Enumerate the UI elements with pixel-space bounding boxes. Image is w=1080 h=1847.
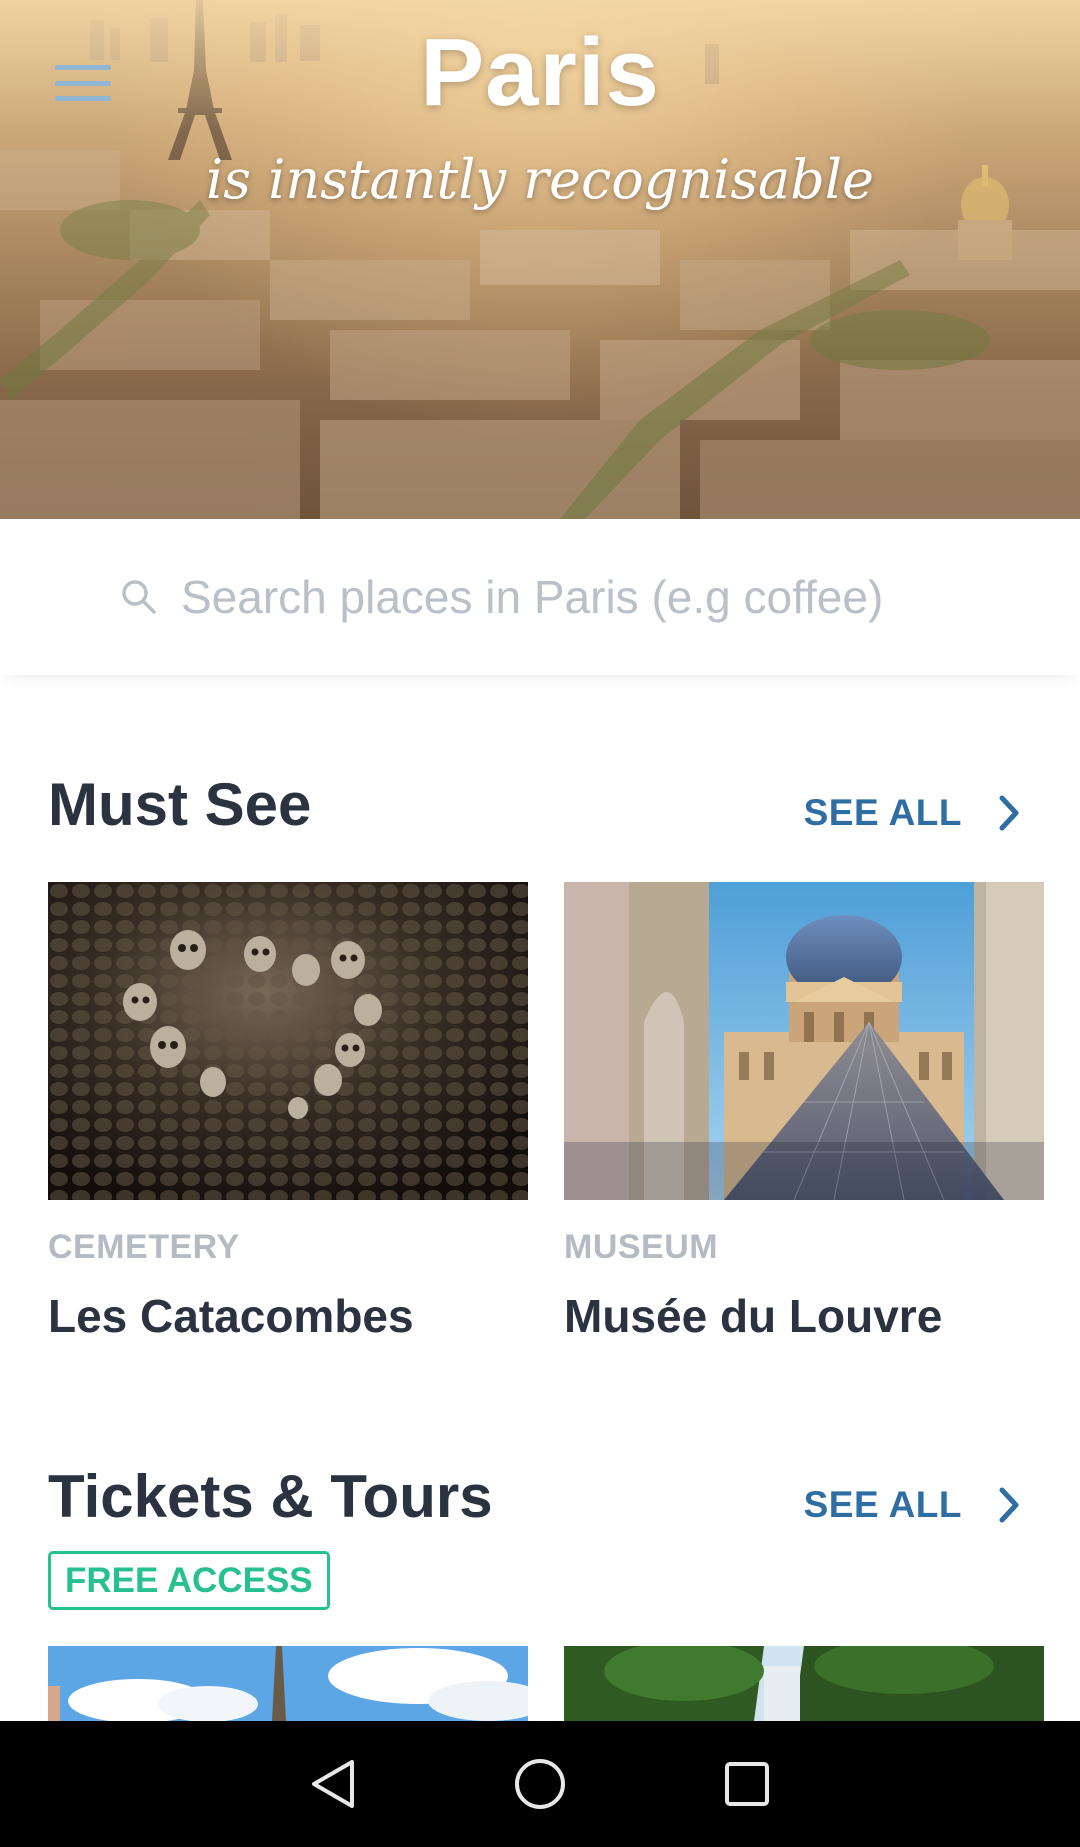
tickets-tours-heading: Tickets & Tours: [48, 1463, 493, 1530]
tickets-see-all-button[interactable]: SEE ALL: [804, 1484, 1020, 1526]
catacombes-image: [48, 882, 528, 1200]
card-title: Musée du Louvre: [564, 1290, 943, 1342]
city-tagline: is instantly recognisable: [205, 148, 875, 211]
search-bar[interactable]: [0, 519, 1080, 675]
back-triangle-icon: [312, 1760, 355, 1808]
home-button[interactable]: [500, 1744, 580, 1824]
home-circle-icon: [514, 1759, 565, 1809]
free-access-badge: FREE ACCESS: [48, 1551, 330, 1610]
recents-square-icon: [724, 1762, 769, 1806]
city-title: Paris: [420, 19, 660, 126]
place-card-catacombes[interactable]: CEMETERY Les Catacombes: [48, 882, 528, 1343]
recents-button[interactable]: [707, 1744, 787, 1824]
louvre-image: [564, 882, 1044, 1200]
must-see-see-all-button[interactable]: SEE ALL: [804, 792, 1020, 834]
tour-card-eiffel-image[interactable]: [48, 1646, 528, 1721]
card-category: CEMETERY: [48, 1228, 240, 1266]
card-title: Les Catacombes: [48, 1290, 414, 1342]
system-navigation-bar: [0, 1721, 1080, 1847]
place-card-louvre[interactable]: MUSEUM Musée du Louvre: [564, 882, 1044, 1343]
search-input[interactable]: [181, 570, 961, 624]
see-all-label: SEE ALL: [803, 792, 962, 833]
chevron-right-icon: [999, 1487, 1019, 1523]
see-all-label: SEE ALL: [803, 1484, 962, 1525]
search-icon: [122, 580, 156, 614]
must-see-heading: Must See: [48, 771, 312, 838]
back-button[interactable]: [293, 1744, 373, 1824]
tour-card-garden-image[interactable]: [564, 1646, 1044, 1721]
card-category: MUSEUM: [564, 1228, 719, 1266]
hero-banner: Paris is instantly recognisable: [0, 0, 1080, 519]
chevron-right-icon: [999, 795, 1019, 831]
